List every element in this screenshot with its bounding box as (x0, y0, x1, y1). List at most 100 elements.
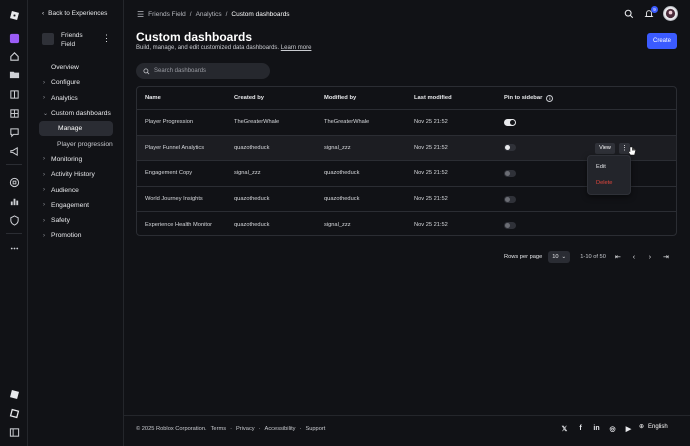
more-icon[interactable] (7, 241, 21, 255)
modified-by: quazotheduck (324, 196, 360, 203)
sidebar-item-label: Configure (51, 79, 80, 87)
sidebar-item-audience[interactable]: › Audience (38, 182, 124, 197)
dashboard-name[interactable]: Player Funnel Analytics (145, 136, 204, 161)
column-header-last-modified[interactable]: Last modified (414, 87, 452, 109)
rows-per-page-value: 10 (552, 254, 559, 260)
roblox-mark-icon[interactable] (7, 406, 21, 420)
experience-thumbnail-icon[interactable] (7, 31, 21, 45)
sidebar-item-overview[interactable]: Overview (38, 60, 124, 75)
chevron-right-icon: › (43, 156, 45, 163)
chevron-right-icon: › (43, 95, 45, 102)
chevron-right-icon: › (43, 202, 45, 209)
sidebar-item-label: Custom dashboards (51, 110, 111, 118)
menu-item-edit[interactable]: Edit (596, 164, 606, 170)
notification-badge: 9 (651, 5, 658, 13)
sidebar-item-label: Monitoring (51, 155, 83, 163)
table-row[interactable]: Experience Health Monitor quazotheduck s… (137, 212, 676, 238)
analytics-icon[interactable] (7, 194, 21, 208)
sidebar-item-custom-dashboards[interactable]: ⌄ Custom dashboards (38, 106, 124, 121)
chevron-right-icon: › (43, 79, 45, 86)
experience-selector[interactable]: Friends Field ⋮ (42, 31, 128, 49)
rows-per-page-select[interactable]: 10 ⌄ (548, 251, 571, 263)
table-row[interactable]: Player Progression TheGreaterWhale TheGr… (137, 110, 676, 136)
robux-icon[interactable] (7, 175, 21, 189)
page-title: Custom dashboards (136, 30, 253, 44)
chevron-right-icon: › (43, 217, 45, 224)
footer: © 2025 Roblox Corporation. Terms · Priva… (124, 415, 690, 446)
search-placeholder: Search dashboards (154, 68, 207, 74)
book-icon[interactable] (7, 87, 21, 101)
chat-icon[interactable] (7, 125, 21, 139)
grid-icon[interactable] (7, 106, 21, 120)
info-icon[interactable]: i (546, 94, 554, 102)
create-button[interactable]: Create (647, 33, 677, 49)
dashboard-name[interactable]: Engagement Copy (145, 161, 192, 186)
back-to-experiences-link[interactable]: ‹ Back to Experiences (42, 10, 107, 17)
modified-by: TheGreaterWhale (324, 119, 370, 126)
instagram-icon[interactable]: ◎ (608, 424, 617, 433)
linkedin-icon[interactable]: in (592, 424, 601, 433)
sidebar-item-safety[interactable]: › Safety (38, 213, 124, 228)
copyright: © 2025 Roblox Corporation. (136, 426, 207, 432)
search-input[interactable]: Search dashboards (136, 63, 270, 79)
sidebar-item-configure[interactable]: › Configure (38, 75, 124, 90)
dashboard-name[interactable]: Experience Health Monitor (145, 212, 212, 238)
menu-item-delete[interactable]: Delete (596, 180, 612, 186)
pin-toggle[interactable] (504, 169, 516, 177)
footer-link-terms[interactable]: Terms (211, 426, 226, 432)
pin-toggle[interactable] (504, 195, 516, 203)
footer-link-privacy[interactable]: Privacy (236, 426, 255, 432)
sidebar-item-engagement[interactable]: › Engagement (38, 198, 124, 213)
more-vertical-icon[interactable]: ⋮ (102, 33, 111, 44)
facebook-icon[interactable]: f (576, 424, 585, 433)
created-by: quazotheduck (234, 196, 270, 203)
pin-toggle[interactable] (504, 144, 516, 152)
sidebar-item-manage[interactable]: Manage (39, 121, 113, 137)
bell-icon[interactable]: 9 (643, 5, 658, 20)
menu-toggle-icon[interactable]: ☰ (137, 10, 144, 19)
megaphone-icon[interactable] (7, 144, 21, 158)
collapse-sidebar-icon[interactable] (7, 425, 21, 439)
sidebar-item-analytics[interactable]: › Analytics (38, 91, 124, 106)
dashboard-name[interactable]: World Journey Insights (145, 187, 203, 212)
folder-icon[interactable] (7, 67, 21, 81)
footer-link-accessibility[interactable]: Accessibility (265, 426, 296, 432)
shield-icon[interactable] (7, 213, 21, 227)
youtube-icon[interactable]: ▶ (624, 424, 633, 433)
view-button[interactable]: View (595, 142, 615, 154)
sidebar-item-label: Safety (51, 217, 70, 225)
column-header-name[interactable]: Name (145, 87, 161, 109)
experience-thumbnail (42, 33, 54, 45)
search-icon[interactable] (623, 8, 635, 20)
column-header-created-by[interactable]: Created by (234, 87, 264, 109)
page-subtitle: Build, manage, and edit customized data … (136, 45, 311, 51)
avatar[interactable] (663, 6, 678, 21)
app-rail (0, 0, 28, 446)
chevron-right-icon: › (43, 187, 45, 194)
roblox-studio-icon[interactable] (7, 387, 21, 401)
last-modified: Nov 25 21:52 (414, 119, 448, 126)
roblox-logo-icon[interactable] (7, 8, 21, 22)
last-modified: Nov 25 21:52 (414, 170, 448, 177)
learn-more-link[interactable]: Learn more (281, 45, 312, 51)
first-page-icon[interactable]: ⇤ (614, 253, 622, 261)
footer-link-support[interactable]: Support (305, 426, 325, 432)
x-icon[interactable]: 𝕏 (560, 424, 569, 433)
dashboard-name[interactable]: Player Progression (145, 110, 193, 135)
sidebar-item-monitoring[interactable]: › Monitoring (38, 152, 124, 167)
next-page-icon[interactable]: › (646, 254, 654, 261)
breadcrumb-item[interactable]: Analytics (196, 11, 222, 18)
sidebar-item-player-progression[interactable]: Player progression (38, 136, 124, 151)
home-icon[interactable] (7, 49, 21, 63)
pin-header-label: Pin to sidebar (504, 95, 543, 101)
pin-toggle[interactable] (504, 118, 516, 126)
sidebar-item-promotion[interactable]: › Promotion (38, 228, 124, 243)
language-selector[interactable]: ⊕ English (639, 423, 668, 431)
created-by: quazotheduck (234, 144, 270, 151)
pin-toggle[interactable] (504, 221, 516, 229)
prev-page-icon[interactable]: ‹ (630, 254, 638, 261)
sidebar-item-activity-history[interactable]: › Activity History (38, 167, 124, 182)
breadcrumb-item[interactable]: Friends Field (148, 11, 186, 18)
last-page-icon[interactable]: ⇥ (662, 253, 670, 261)
column-header-modified-by[interactable]: Modified by (324, 87, 356, 109)
